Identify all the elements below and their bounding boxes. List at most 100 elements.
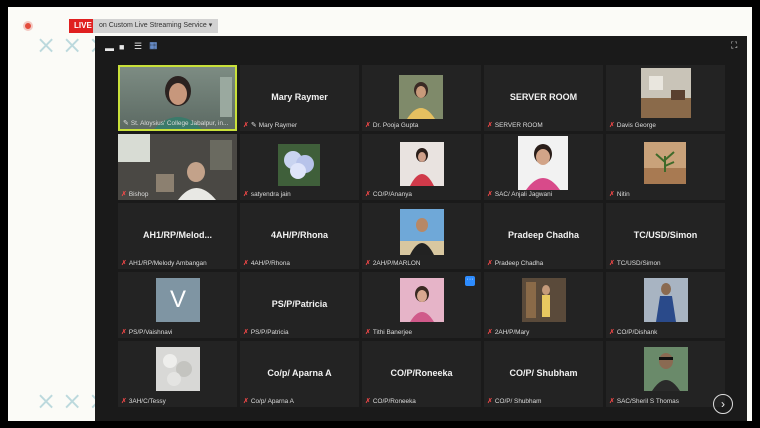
participant-label: ✗ 3AH/C/Tessy [121,397,166,406]
muted-mic-icon: ✗ [243,329,249,336]
participant-label: ✗ 2AH/P/Mary [487,328,530,337]
profile-photo [644,142,686,184]
profile-photo [518,136,568,190]
participant-label: ✗ Dr. Pooja Gupta [365,121,419,130]
participant-tile[interactable]: ✗ satyendra jain [240,134,359,200]
participant-tile[interactable]: ✗ Nitin [606,134,725,200]
participant-label: ✗ CO/P/Ananya [365,190,412,199]
muted-mic-icon: ✗ [121,398,127,405]
profile-photo [400,278,444,322]
participant-name: CO/P/Roneeka [390,368,453,378]
participant-name: Pradeep Chadha [507,230,580,240]
meeting-window: ▬ ■ ☰ ▦ ⛶ ✎ St. Aloysius' College Jabalpu… [95,36,747,421]
participant-tile[interactable]: Mary Raymer ✗ ✎ Mary Raymer [240,65,359,131]
muted-mic-icon: ✗ [243,260,249,267]
participant-tile[interactable]: ✗ Bishop [118,134,237,200]
muted-mic-icon: ✗ [365,329,371,336]
muted-mic-icon: ✗ [243,398,249,405]
screen-frame: ××× ××× LIVE on Custom Live Streaming Se… [8,7,752,421]
participant-tile[interactable]: CO/P/Roneeka ✗ CO/P/Roneeka [362,341,481,407]
muted-mic-icon: ✗ [487,191,493,198]
participant-name: PS/P/Patricia [271,299,328,309]
participant-label: ✗ 2AH/P/MARLON [365,259,421,268]
muted-mic-icon: ✗ [365,260,371,267]
participant-tile[interactable]: ✗ SAC/ Anjali Jagwani [484,134,603,200]
participant-label: ✗ Nitin [609,190,630,199]
more-options-icon[interactable]: ··· [465,276,475,286]
participant-name: 4AH/P/Rhona [270,230,328,240]
participant-label: ✗ 4AH/P/Rhona [243,259,290,268]
record-icon [23,21,33,31]
participant-name: Mary Raymer [271,92,328,102]
muted-mic-icon: ✗ [487,329,493,336]
profile-photo [644,278,688,322]
participant-tile[interactable]: PS/P/Patricia ✗ PS/P/Patricia [240,272,359,338]
participant-label: ✗ Bishop [121,190,149,199]
participant-tile[interactable]: ✗ Davis George [606,65,725,131]
speaker-view-icon[interactable]: ☰ [134,42,142,51]
fullscreen-icon[interactable]: ⛶ [731,41,737,50]
muted-mic-icon: ✗ [609,191,615,198]
participant-label: ✗ Co/p/ Aparna A [243,397,294,406]
participant-tile[interactable]: ✎ St. Aloysius' College Jabalpur, in... [118,65,237,131]
minimize-icon[interactable]: ▬ [105,44,114,53]
participant-label: ✗ Pradeep Chadha [487,259,544,268]
next-page-button[interactable]: › [713,394,733,414]
window-icon[interactable]: ■ [119,43,124,52]
pin-icon: ✎ [250,122,257,129]
profile-photo [641,68,691,118]
gallery-view-icon[interactable]: ▦ [149,41,158,50]
muted-mic-icon: ✗ [487,260,493,267]
participant-tile[interactable]: ✗ Dr. Pooja Gupta [362,65,481,131]
participant-name: AH1/RP/Melod... [142,230,212,240]
participant-tile[interactable]: CO/P/ Shubham ✗ CO/P/ Shubham [484,341,603,407]
profile-photo [400,142,444,186]
participant-label: ✗ Tithi Banerjee [365,328,413,337]
participant-tile[interactable]: SERVER ROOM ✗ SERVER ROOM [484,65,603,131]
participant-label: ✗ SERVER ROOM [487,121,543,130]
participant-tile[interactable]: ✗ Tithi Banerjee [362,272,481,338]
participant-tile[interactable]: TC/USD/Simon ✗ TC/USD/Simon [606,203,725,269]
participant-name: CO/P/ Shubham [509,368,578,378]
gallery-grid: ✎ St. Aloysius' College Jabalpur, in... M… [118,65,725,409]
participant-tile[interactable]: ✗ CO/P/Dishank [606,272,725,338]
muted-mic-icon: ✗ [243,191,249,198]
muted-mic-icon: ✗ [121,260,127,267]
profile-photo [399,75,443,119]
participant-label: ✎ St. Aloysius' College Jabalpur, in... [123,119,229,128]
participant-label: ✗ satyendra jain [243,190,291,199]
chevron-right-icon: › [721,397,725,411]
participant-tile[interactable]: ✗ SAC/Sheril S Thomas [606,341,725,407]
muted-mic-icon: ✗ [365,191,371,198]
muted-mic-icon: ✗ [487,122,493,129]
stream-label[interactable]: on Custom Live Streaming Service ▾ [93,19,219,33]
participant-tile[interactable]: ✗ 3AH/C/Tessy [118,341,237,407]
muted-mic-icon: ✗ [609,398,615,405]
participant-tile[interactable]: ✗ CO/P/Ananya [362,134,481,200]
participant-label: ✗ CO/P/Dishank [609,328,658,337]
participant-label: ✗ CO/P/Roneeka [365,397,416,406]
muted-mic-icon: ✗ [121,191,127,198]
participant-label: ✗ PS/P/Patricia [243,328,289,337]
muted-mic-icon: ✗ [609,260,615,267]
muted-mic-icon: ✗ [121,329,127,336]
participant-tile[interactable]: V ✗ PS/P/Vaishnavi [118,272,237,338]
muted-mic-icon: ✗ [365,122,371,129]
participant-tile[interactable]: Co/p/ Aparna A ✗ Co/p/ Aparna A [240,341,359,407]
participant-label: ✗ CO/P/ Shubham [487,397,542,406]
muted-mic-icon: ✗ [609,122,615,129]
participant-tile[interactable]: AH1/RP/Melod... ✗ AH1/RP/Melody Ambangan [118,203,237,269]
profile-photo [278,144,320,186]
participant-tile[interactable]: ✗ 2AH/P/MARLON [362,203,481,269]
participant-label: ✗ AH1/RP/Melody Ambangan [121,259,207,268]
participant-tile[interactable]: 4AH/P/Rhona ✗ 4AH/P/Rhona [240,203,359,269]
profile-photo [644,347,688,391]
participant-tile[interactable]: Pradeep Chadha ✗ Pradeep Chadha [484,203,603,269]
muted-mic-icon: ✗ [487,398,493,405]
participant-label: ✗ SAC/Sheril S Thomas [609,397,679,406]
profile-photo [522,278,566,322]
profile-photo [156,347,200,391]
participant-tile[interactable]: ✗ 2AH/P/Mary [484,272,603,338]
participant-name: TC/USD/Simon [633,230,698,240]
participant-label: ✗ TC/USD/Simon [609,259,661,268]
